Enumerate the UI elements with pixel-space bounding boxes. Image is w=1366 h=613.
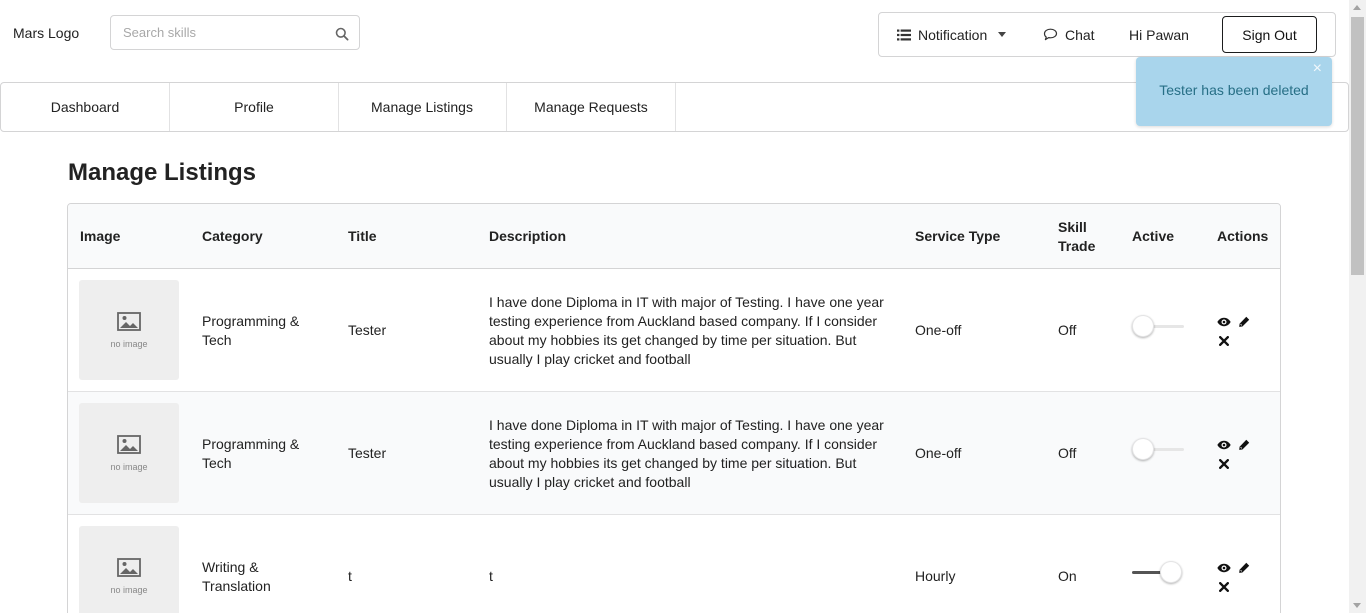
- column-header: Title: [348, 228, 377, 244]
- tab-manage-requests[interactable]: Manage Requests: [507, 83, 676, 131]
- active-toggle[interactable]: [1132, 515, 1192, 613]
- page-scrollbar[interactable]: [1349, 0, 1366, 613]
- toggle-knob[interactable]: [1132, 315, 1154, 337]
- title-cell: Tester: [348, 322, 387, 338]
- column-header: Service Type: [915, 228, 1001, 244]
- title-cell: t: [348, 568, 352, 584]
- skill-trade-cell: On: [1058, 568, 1077, 584]
- image-icon: [117, 311, 141, 331]
- table-row: no image Writing & Translation t t Hourl…: [68, 515, 1280, 613]
- toggle-knob[interactable]: [1132, 438, 1154, 460]
- skill-trade-cell: Off: [1058, 322, 1077, 338]
- column-header: Active: [1132, 228, 1175, 244]
- active-toggle[interactable]: [1132, 269, 1192, 392]
- toast-notification: × Tester has been deleted: [1136, 57, 1332, 126]
- toast-message: Tester has been deleted: [1159, 82, 1309, 98]
- list-icon: [897, 29, 911, 41]
- pencil-icon[interactable]: [1237, 438, 1251, 452]
- top-menu: Notification Chat Hi Pawan Sign Out: [878, 12, 1336, 57]
- tab-profile[interactable]: Profile: [170, 83, 339, 131]
- page-title: Manage Listings: [68, 159, 257, 186]
- pencil-icon[interactable]: [1237, 561, 1251, 575]
- service-type-cell: One-off: [915, 445, 962, 461]
- service-type-cell: One-off: [915, 322, 962, 338]
- scroll-up-icon[interactable]: [1353, 5, 1361, 10]
- listings-table: Image Category Title Description Service…: [67, 203, 1281, 613]
- chat-label: Chat: [1065, 26, 1095, 43]
- notification-dropdown[interactable]: Notification: [897, 13, 1007, 56]
- eye-icon[interactable]: [1217, 561, 1231, 575]
- search-box: [110, 15, 360, 50]
- column-header: Description: [489, 228, 567, 244]
- image-icon: [117, 557, 141, 577]
- search-icon[interactable]: [335, 27, 349, 41]
- close-icon[interactable]: [1217, 457, 1231, 471]
- no-image-label: no image: [110, 461, 148, 472]
- category-cell: Programming & Tech: [202, 435, 300, 471]
- close-icon[interactable]: [1217, 580, 1231, 594]
- category-cell: Programming & Tech: [202, 312, 300, 348]
- logo[interactable]: Mars Logo: [13, 25, 79, 41]
- column-header: Skill Trade: [1058, 218, 1096, 254]
- toggle-knob[interactable]: [1160, 561, 1182, 583]
- scrollbar-thumb[interactable]: [1351, 17, 1364, 275]
- row-actions: [1217, 515, 1267, 613]
- description-cell: I have done Diploma in IT with major of …: [489, 416, 884, 490]
- close-icon[interactable]: ×: [1313, 61, 1322, 77]
- tab-manage-listings[interactable]: Manage Listings: [338, 83, 507, 131]
- scroll-down-icon[interactable]: [1353, 603, 1361, 608]
- skill-trade-cell: Off: [1058, 445, 1077, 461]
- eye-icon[interactable]: [1217, 315, 1231, 329]
- column-header: Category: [202, 228, 263, 244]
- image-icon: [117, 434, 141, 454]
- sign-out-button[interactable]: Sign Out: [1222, 16, 1317, 53]
- column-header: Actions: [1217, 228, 1269, 244]
- tab-dashboard[interactable]: Dashboard: [1, 83, 170, 131]
- chevron-down-icon: [998, 32, 1007, 37]
- table-row: no image Programming & Tech Tester I hav…: [68, 392, 1280, 515]
- search-input[interactable]: [111, 16, 321, 49]
- service-type-cell: Hourly: [915, 568, 956, 584]
- no-image-label: no image: [110, 338, 148, 349]
- notification-label: Notification: [918, 26, 988, 43]
- no-image-label: no image: [110, 584, 148, 595]
- listing-image: no image: [79, 526, 179, 613]
- eye-icon[interactable]: [1217, 438, 1231, 452]
- listing-image: no image: [79, 403, 179, 503]
- column-header: Image: [80, 228, 121, 244]
- user-greeting[interactable]: Hi Pawan: [1129, 13, 1189, 56]
- chat-icon: [1043, 28, 1058, 41]
- row-actions: [1217, 392, 1267, 515]
- chat-link[interactable]: Chat: [1043, 13, 1095, 56]
- title-cell: Tester: [348, 445, 387, 461]
- description-cell: I have done Diploma in IT with major of …: [489, 293, 884, 367]
- active-toggle[interactable]: [1132, 392, 1192, 515]
- close-icon[interactable]: [1217, 334, 1231, 348]
- table-row: no image Programming & Tech Tester I hav…: [68, 269, 1280, 392]
- table-header: Image Category Title Description Service…: [68, 204, 1280, 269]
- description-cell: t: [489, 568, 493, 584]
- category-cell: Writing & Translation: [202, 558, 271, 594]
- row-actions: [1217, 269, 1267, 392]
- pencil-icon[interactable]: [1237, 315, 1251, 329]
- listing-image: no image: [79, 280, 179, 380]
